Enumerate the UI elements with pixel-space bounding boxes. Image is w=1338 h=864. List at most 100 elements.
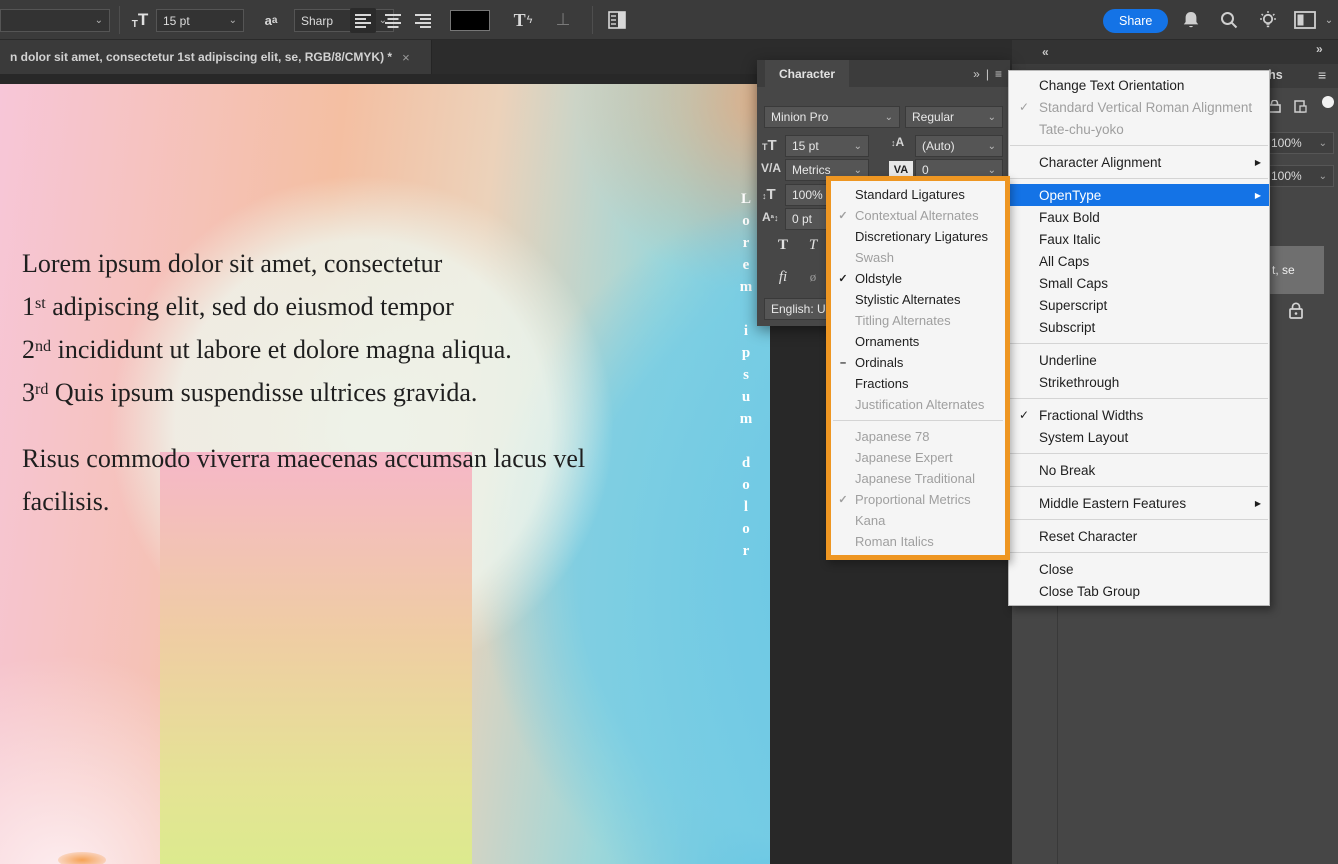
- selected-layer-fragment[interactable]: t, se: [1266, 246, 1324, 294]
- menu-item-japanese-traditional[interactable]: Japanese Traditional: [831, 468, 1005, 489]
- panel-menu-icon[interactable]: ≡: [1318, 67, 1326, 83]
- workspace-button[interactable]: [1290, 6, 1320, 34]
- align-right-button[interactable]: [410, 8, 436, 33]
- menu-item-label: Superscript: [1039, 298, 1247, 313]
- menu-item-fractional-widths[interactable]: ✓Fractional Widths: [1009, 404, 1269, 426]
- document-canvas[interactable]: Lorem ipsum dolor sit amet, consectetur1…: [0, 84, 770, 864]
- menu-item-fractions[interactable]: Fractions: [831, 373, 1005, 394]
- menu-item-faux-italic[interactable]: Faux Italic: [1009, 228, 1269, 250]
- lock-image-icon[interactable]: [1294, 100, 1307, 113]
- opacity-field[interactable]: 100%⌄: [1264, 132, 1334, 154]
- discover-button[interactable]: [1254, 6, 1282, 34]
- notifications-button[interactable]: [1178, 6, 1204, 34]
- fill-field[interactable]: 100%⌄: [1264, 165, 1334, 187]
- align-left-button[interactable]: [350, 8, 376, 33]
- menu-item-japanese-78[interactable]: Japanese 78: [831, 426, 1005, 447]
- align-center-button[interactable]: [380, 8, 406, 33]
- share-button[interactable]: Share: [1103, 9, 1168, 33]
- submenu-arrow-icon: ▶: [1247, 190, 1261, 200]
- arrow-gutter: [1247, 569, 1261, 570]
- font-style-select[interactable]: Regular⌄: [905, 106, 1003, 128]
- menu-item-swash[interactable]: Swash: [831, 247, 1005, 268]
- close-icon[interactable]: ×: [402, 50, 410, 65]
- menu-item-oldstyle[interactable]: ✓Oldstyle: [831, 268, 1005, 289]
- faux-italic-button[interactable]: T: [801, 234, 825, 256]
- menu-item-character-alignment[interactable]: Character Alignment▶: [1009, 151, 1269, 173]
- kerning-icon: V/A: [761, 161, 781, 175]
- size-field[interactable]: 15 pt⌄: [785, 135, 869, 157]
- menu-item-standard-ligatures[interactable]: Standard Ligatures: [831, 184, 1005, 205]
- faux-bold-button[interactable]: T: [771, 234, 795, 256]
- menu-item-tate-chu-yoko[interactable]: Tate-chu-yoko: [1009, 118, 1269, 140]
- menu-item-contextual-alternates[interactable]: ✓Contextual Alternates: [831, 205, 1005, 226]
- menu-item-strikethrough[interactable]: Strikethrough: [1009, 371, 1269, 393]
- panel-icon: [608, 11, 626, 29]
- font-style-select[interactable]: ⌄: [0, 9, 110, 32]
- submenu-arrow-icon: ▶: [1247, 157, 1261, 167]
- anti-alias-select[interactable]: Sharp ⌄: [294, 9, 394, 32]
- menu-item-underline[interactable]: Underline: [1009, 349, 1269, 371]
- menu-item-label: Faux Italic: [1039, 232, 1247, 247]
- warp-text-button[interactable]: Tϟ: [508, 6, 538, 34]
- menu-item-subscript[interactable]: Subscript: [1009, 316, 1269, 338]
- menu-separator: [1010, 453, 1268, 454]
- menu-item-reset-character[interactable]: Reset Character: [1009, 525, 1269, 547]
- vertical-text-char: r: [736, 232, 756, 254]
- collapse-panel-icon[interactable]: »: [973, 67, 980, 81]
- menu-item-small-caps[interactable]: Small Caps: [1009, 272, 1269, 294]
- menu-item-proportional-metrics[interactable]: ✓Proportional Metrics: [831, 489, 1005, 510]
- menu-item-all-caps[interactable]: All Caps: [1009, 250, 1269, 272]
- search-button[interactable]: [1216, 6, 1242, 34]
- menu-item-faux-bold[interactable]: Faux Bold: [1009, 206, 1269, 228]
- menu-item-kana[interactable]: Kana: [831, 510, 1005, 531]
- vertical-text-char: o: [736, 210, 756, 232]
- menu-item-label: Justification Alternates: [855, 397, 984, 412]
- menu-item-middle-eastern-features[interactable]: Middle Eastern Features▶: [1009, 492, 1269, 514]
- menu-item-roman-italics[interactable]: Roman Italics: [831, 531, 1005, 552]
- menu-item-discretionary-ligatures[interactable]: Discretionary Ligatures: [831, 226, 1005, 247]
- toggle-panels-button[interactable]: [602, 6, 632, 34]
- menu-item-system-layout[interactable]: System Layout: [1009, 426, 1269, 448]
- arrow-gutter: [1247, 415, 1261, 416]
- vertical-text-char: i: [736, 320, 756, 342]
- menu-item-stylistic-alternates[interactable]: Stylistic Alternates: [831, 289, 1005, 310]
- baseline-shift-icon: Aª↕: [762, 210, 779, 224]
- font-size-select[interactable]: 15 pt ⌄: [156, 9, 244, 32]
- menu-item-superscript[interactable]: Superscript: [1009, 294, 1269, 316]
- text-line: 1st adipiscing elit, sed do eiusmod temp…: [22, 285, 682, 328]
- character-panel-tab[interactable]: Character: [765, 60, 849, 87]
- submenu-arrow-icon: ▶: [1247, 498, 1261, 508]
- menu-item-japanese-expert[interactable]: Japanese Expert: [831, 447, 1005, 468]
- menu-item-opentype[interactable]: OpenType▶: [1009, 184, 1269, 206]
- menu-item-label: Small Caps: [1039, 276, 1247, 291]
- ligatures-button[interactable]: fi: [771, 266, 795, 288]
- menu-item-standard-vertical-roman-alignment[interactable]: ✓Standard Vertical Roman Alignment: [1009, 96, 1269, 118]
- text-color-swatch[interactable]: [450, 10, 490, 31]
- panel-flyout-menu-icon[interactable]: ≡: [995, 67, 1002, 81]
- leading-field[interactable]: (Auto)⌄: [915, 135, 1003, 157]
- font-size-icon: TT: [762, 137, 777, 154]
- divider: [592, 6, 593, 34]
- menu-item-close-tab-group[interactable]: Close Tab Group: [1009, 580, 1269, 602]
- font-family-select[interactable]: Minion Pro⌄: [764, 106, 900, 128]
- checkmark-icon: ✓: [831, 272, 855, 285]
- menu-item-no-break[interactable]: No Break: [1009, 459, 1269, 481]
- menu-item-label: Change Text Orientation: [1039, 78, 1247, 93]
- menu-item-change-text-orientation[interactable]: Change Text Orientation: [1009, 74, 1269, 96]
- menu-item-justification-alternates[interactable]: Justification Alternates: [831, 394, 1005, 415]
- menu-item-titling-alternates[interactable]: Titling Alternates: [831, 310, 1005, 331]
- menu-item-ordinals[interactable]: –Ordinals: [831, 352, 1005, 373]
- lorem-text-layer[interactable]: Lorem ipsum dolor sit amet, consectetur1…: [22, 242, 682, 523]
- document-tab[interactable]: n dolor sit amet, consectetur 1st adipis…: [0, 40, 432, 74]
- menu-item-ornaments[interactable]: Ornaments: [831, 331, 1005, 352]
- expand-panels-icon[interactable]: »: [1316, 42, 1322, 56]
- menu-item-close[interactable]: Close: [1009, 558, 1269, 580]
- menu-item-label: Character Alignment: [1039, 155, 1247, 170]
- vertical-text-layer[interactable]: Loremipsumdolor: [736, 188, 756, 562]
- chevron-down-icon[interactable]: ⌄: [1322, 6, 1336, 34]
- collapse-panels-icon[interactable]: «: [1042, 45, 1048, 59]
- no-ligatures-icon[interactable]: ø: [801, 266, 825, 288]
- arrow-gutter: [1247, 283, 1261, 284]
- warp-options-icon[interactable]: ⊥: [548, 6, 578, 34]
- divider: [119, 6, 120, 34]
